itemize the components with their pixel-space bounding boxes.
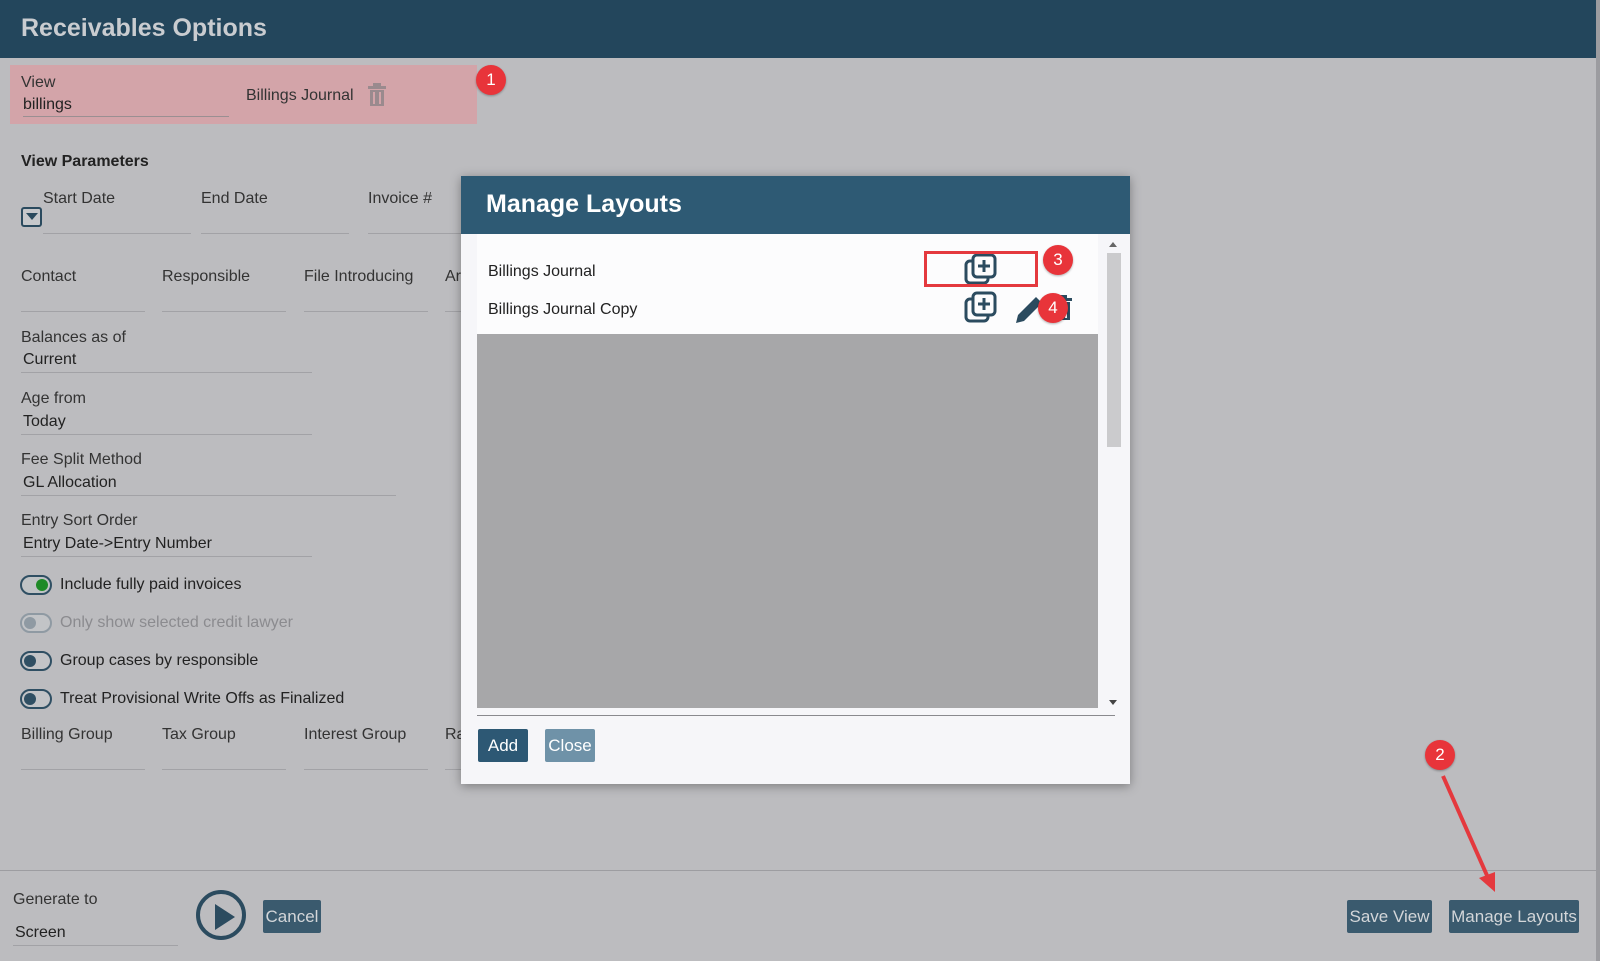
dialog-divider (477, 715, 1115, 716)
start-date-input[interactable] (43, 233, 191, 234)
annotation-badge-1: 1 (476, 65, 506, 95)
fee-split-underline (21, 495, 396, 496)
ra-input[interactable] (445, 769, 461, 770)
dialog-scrollbar[interactable] (1105, 239, 1121, 709)
view-selector: View billings Billings Journal (10, 65, 477, 124)
copy-icon[interactable] (964, 291, 998, 325)
layout-item-label[interactable]: Billings Journal Copy (488, 301, 637, 319)
age-from-select[interactable]: Today (23, 413, 66, 431)
toggle-knob (36, 579, 48, 591)
sort-order-label: Entry Sort Order (21, 512, 138, 529)
file-introducing-input[interactable] (304, 311, 428, 312)
scroll-down-icon[interactable] (1109, 700, 1117, 705)
save-view-button[interactable]: Save View (1347, 900, 1432, 933)
add-button[interactable]: Add (478, 729, 528, 762)
end-date-label: End Date (201, 190, 268, 207)
file-introducing-label: File Introducing (304, 268, 414, 285)
toggle-credit-lawyer-label: Only show selected credit lawyer (60, 614, 293, 631)
balances-select[interactable]: Current (23, 351, 76, 369)
ar-input[interactable] (445, 311, 461, 312)
toggle-include-paid-label: Include fully paid invoices (60, 576, 242, 593)
trash-icon[interactable] (366, 83, 388, 107)
start-date-label: Start Date (43, 190, 116, 207)
fee-split-select[interactable]: GL Allocation (23, 474, 117, 492)
toggle-write-offs[interactable] (20, 689, 52, 709)
toggle-group-cases-label: Group cases by responsible (60, 652, 259, 669)
billing-group-label: Billing Group (21, 726, 113, 743)
responsible-input[interactable] (162, 311, 286, 312)
dialog-header: Manage Layouts (461, 176, 1130, 234)
sort-order-select[interactable]: Entry Date->Entry Number (23, 535, 212, 553)
run-button[interactable] (196, 890, 246, 940)
tax-group-input[interactable] (162, 769, 286, 770)
chevron-down-icon (26, 213, 38, 220)
sort-order-underline (21, 556, 312, 557)
billing-group-input[interactable] (21, 769, 145, 770)
invoice-label: Invoice # (368, 190, 433, 207)
generate-to-select[interactable]: Screen (15, 924, 66, 942)
invoice-input[interactable] (368, 233, 461, 234)
view-parameters-title: View Parameters (21, 153, 149, 170)
interest-group-label: Interest Group (304, 726, 407, 743)
dialog-title: Manage Layouts (486, 190, 682, 218)
ar-label: Ar (445, 268, 461, 285)
view-input[interactable]: billings (23, 96, 229, 117)
tax-group-label: Tax Group (162, 726, 236, 743)
toggle-write-offs-label: Treat Provisional Write Offs as Finalize… (60, 690, 345, 707)
cancel-button[interactable]: Cancel (263, 900, 321, 933)
empty-list-area (477, 334, 1098, 708)
age-from-label: Age from (21, 390, 86, 407)
generate-to-underline (13, 945, 178, 946)
end-date-input[interactable] (201, 233, 349, 234)
contact-label: Contact (21, 268, 77, 285)
annotation-badge-2: 2 (1425, 740, 1455, 770)
close-button[interactable]: Close (545, 729, 595, 762)
toggle-group-cases[interactable] (20, 651, 52, 671)
layout-item-label[interactable]: Billings Journal (488, 263, 596, 281)
title-bar: Receivables Options (0, 0, 1596, 58)
toggle-knob (24, 693, 36, 705)
fee-split-label: Fee Split Method (21, 451, 142, 468)
balances-underline (21, 372, 312, 373)
annotation-badge-4: 4 (1038, 293, 1068, 323)
page-title: Receivables Options (21, 14, 267, 42)
scroll-thumb[interactable] (1107, 253, 1121, 447)
generate-to-label: Generate to (13, 891, 98, 908)
interest-group-input[interactable] (304, 769, 428, 770)
manage-layouts-button[interactable]: Manage Layouts (1449, 900, 1579, 933)
annotation-arrow (1441, 775, 1495, 892)
manage-layouts-dialog: Manage Layouts Billings Journal 3 Billin… (461, 176, 1130, 784)
page-scrollbar[interactable] (1596, 0, 1600, 961)
toggle-knob (24, 617, 36, 629)
toggle-include-paid[interactable] (20, 575, 52, 595)
annotation-highlight (924, 251, 1038, 287)
view-label: View (21, 74, 56, 91)
scroll-up-icon[interactable] (1109, 242, 1117, 247)
responsible-label: Responsible (162, 268, 251, 285)
toggle-credit-lawyer (20, 613, 52, 633)
collapse-button[interactable] (21, 207, 42, 227)
balances-label: Balances as of (21, 329, 126, 346)
contact-input[interactable] (21, 311, 145, 312)
layout-name: Billings Journal (246, 87, 354, 104)
play-icon (215, 904, 235, 930)
toggle-knob (24, 655, 36, 667)
age-from-underline (21, 434, 312, 435)
annotation-badge-3: 3 (1043, 245, 1073, 275)
